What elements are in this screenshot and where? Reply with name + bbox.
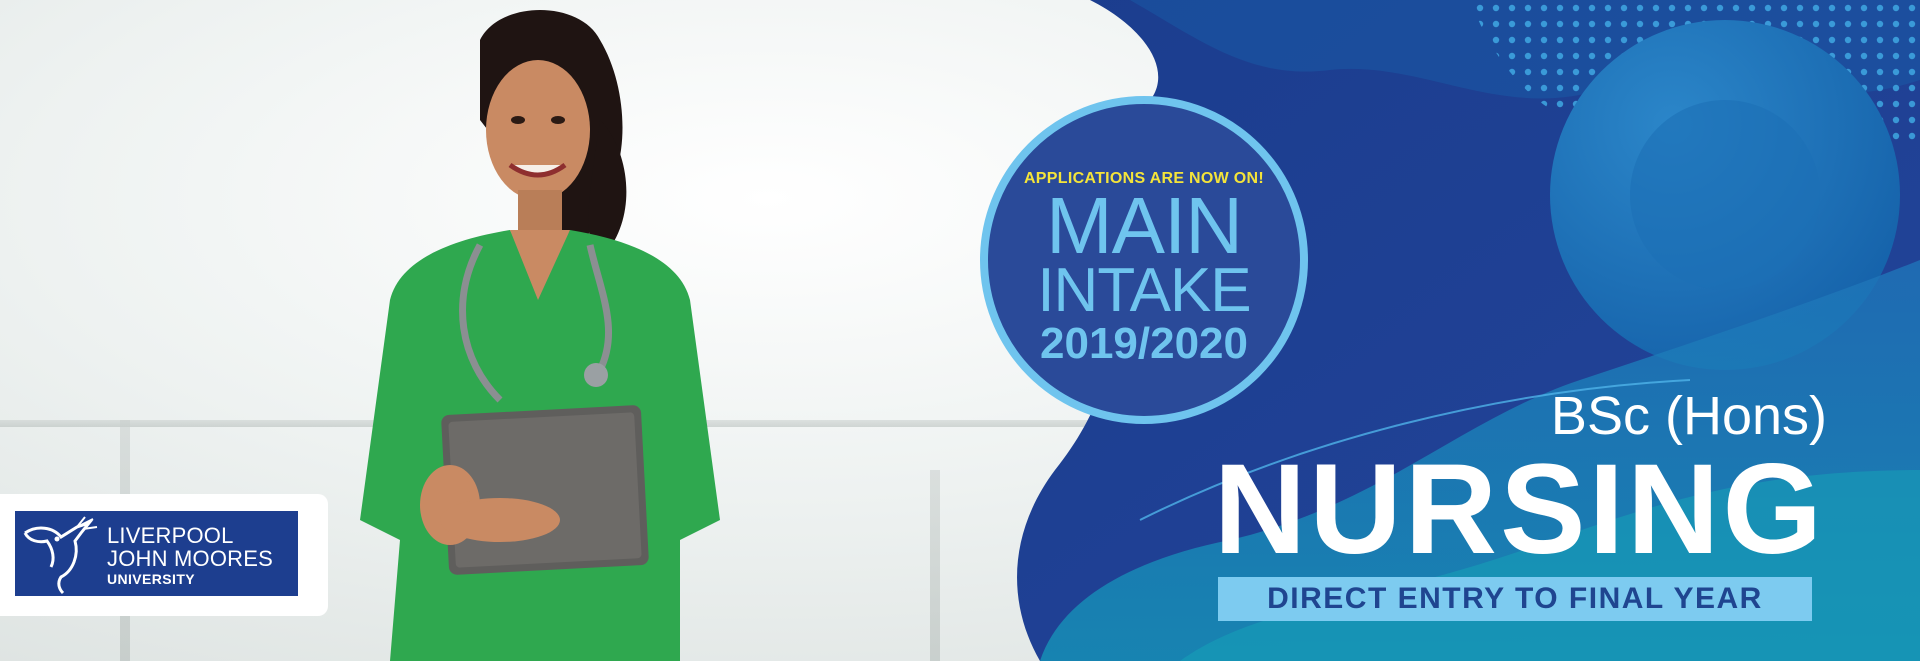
program-name: NURSING [1213,438,1825,581]
badge-main-text: MAIN [1046,181,1243,270]
degree-title: BSc (Hons) [1550,386,1827,446]
logo-text-john-moores: JOHN MOORES [107,546,273,571]
nursing-banner: LIVERPOOL JOHN MOORES UNIVERSITY APPLICA… [0,0,1920,661]
entry-text: DIRECT ENTRY TO FINAL YEAR [1267,582,1763,615]
badge-year-text: 2019/2020 [1040,319,1248,368]
entry-banner: DIRECT ENTRY TO FINAL YEAR [1218,577,1812,621]
liver-bird-icon [23,516,98,595]
logo-text-liverpool: LIVERPOOL [107,523,234,548]
logo-panel: LIVERPOOL JOHN MOORES UNIVERSITY [15,511,298,596]
logo-text-university: UNIVERSITY [107,571,196,587]
university-logo[interactable]: LIVERPOOL JOHN MOORES UNIVERSITY [0,494,328,616]
badge-intake-text: INTAKE [1037,256,1251,325]
intake-badge: APPLICATIONS ARE NOW ON! MAIN INTAKE 201… [980,96,1308,424]
nurse-photo [360,10,720,661]
